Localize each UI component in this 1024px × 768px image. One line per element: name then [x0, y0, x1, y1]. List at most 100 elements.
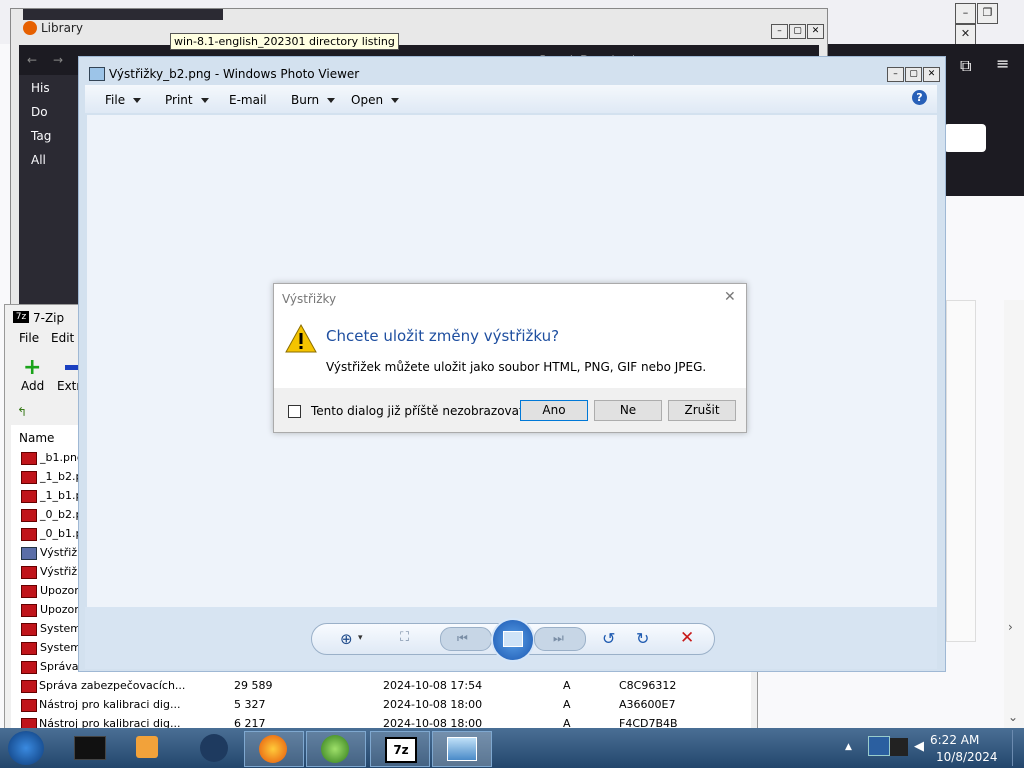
slideshow-icon [503, 631, 523, 647]
firefox-icon [23, 21, 37, 35]
image-file-icon [21, 451, 37, 465]
table-row[interactable]: Správa zabezpečovacích... 29 589 2024-10-0… [21, 679, 741, 697]
warning-icon [285, 323, 317, 353]
help-icon[interactable]: ? [912, 90, 927, 105]
maximize-button[interactable]: ▢ [905, 67, 922, 82]
close-button[interactable]: ✕ [923, 67, 940, 82]
photo-viewer-title: Výstřižky_b2.png - Windows Photo Viewer [109, 67, 360, 81]
scroll-down-icon[interactable]: ⌄ [1008, 710, 1018, 724]
firefox-icon [259, 735, 287, 763]
slideshow-button[interactable] [491, 618, 535, 662]
photo-viewer-window-controls: – ▢ ✕ [887, 65, 941, 82]
image-file-icon [21, 508, 37, 522]
clock-time[interactable]: 6:22 AM [930, 733, 979, 747]
explorer-icon [74, 736, 106, 760]
cancel-button[interactable]: Zrušit [668, 400, 736, 421]
speaker-icon[interactable]: ◀ [914, 739, 924, 754]
dialog-heading: Chcete uložit změny výstřižku? [326, 327, 560, 345]
clock-date[interactable]: 10/8/2024 [936, 750, 998, 764]
firefox-scrollbar[interactable]: › ⌄ [1004, 300, 1024, 728]
tooltip: win-8.1-english_202301 directory listing [170, 33, 399, 50]
close-button[interactable]: ✕ [807, 24, 824, 39]
sevenzip-title: 7-Zip [33, 311, 65, 325]
image-file-icon [21, 698, 37, 712]
library-window-controls: – ▢ ✕ [771, 22, 825, 39]
firefox-address-field[interactable] [944, 124, 986, 152]
list-item[interactable]: _b1.png [21, 451, 84, 469]
image-file-icon [21, 622, 37, 636]
show-desktop-button[interactable] [1012, 730, 1023, 766]
next-button[interactable]: ⏭ [534, 627, 586, 651]
list-item[interactable]: Upozorn [21, 584, 86, 602]
extensions-icon[interactable]: ⧉ [960, 56, 971, 76]
zoom-icon[interactable]: ⊕ [340, 630, 353, 648]
dont-show-again-label[interactable]: Tento dialog již příště nezobrazovat [311, 404, 524, 418]
next-icon: ⏭ [553, 631, 564, 645]
close-icon[interactable]: ✕ [724, 289, 736, 305]
delete-icon[interactable]: ✕ [680, 628, 694, 648]
file-name: Správa zabezpečovacích... [39, 679, 186, 692]
minimize-button[interactable]: – [771, 24, 788, 39]
taskbar-photo-viewer[interactable] [432, 731, 492, 767]
maximize-button[interactable]: ❐ [977, 3, 998, 24]
sidebar-item-history[interactable]: His [31, 81, 50, 95]
file-size: 5 327 [234, 698, 266, 711]
actual-size-icon[interactable]: ⛶ [400, 630, 409, 645]
add-icon[interactable]: + [23, 355, 41, 380]
dont-show-again-checkbox[interactable] [288, 405, 301, 418]
sidebar-item-all-bookmarks[interactable]: All [31, 153, 46, 167]
column-name[interactable]: Name [19, 431, 54, 445]
image-file-icon [21, 660, 37, 674]
menu-icon[interactable]: ≡ [996, 54, 1009, 73]
close-button[interactable]: ✕ [955, 24, 976, 45]
list-item[interactable]: Upozorn [21, 603, 86, 621]
network-icon[interactable] [868, 736, 890, 756]
playback-controls: ⊕ ▾ ⛶ ⏮ ⏭ ↺ ↻ ✕ [311, 618, 715, 662]
file-modified: 2024-10-08 18:00 [383, 698, 483, 711]
taskbar-7zip[interactable]: 7z [370, 731, 430, 767]
minimize-button[interactable]: – [955, 3, 976, 24]
add-button-label[interactable]: Add [21, 379, 44, 393]
no-button[interactable]: Ne [594, 400, 662, 421]
file-size: 29 589 [234, 679, 273, 692]
taskbar-firefox[interactable] [244, 731, 304, 767]
save-changes-dialog: Výstřižky ✕ Chcete uložit změny výstřižk… [273, 283, 747, 433]
menu-file[interactable]: File [19, 331, 39, 345]
maximize-button[interactable]: ▢ [789, 24, 806, 39]
menu-email[interactable]: E-mail [229, 93, 267, 107]
menu-open[interactable]: Open [351, 93, 400, 107]
library-title: Library [41, 21, 83, 35]
photo-viewer-icon [89, 67, 105, 81]
scroll-right-icon[interactable]: › [1008, 620, 1013, 634]
start-button[interactable] [8, 731, 44, 765]
rotate-clockwise-icon[interactable]: ↻ [636, 629, 649, 648]
taskbar-explorer[interactable] [60, 731, 118, 765]
menu-file[interactable]: File [105, 93, 142, 107]
image-file-icon [21, 584, 37, 598]
table-row[interactable]: Nástroj pro kalibraci dig... 5 327 2024-10… [21, 698, 741, 716]
minimize-button[interactable]: – [887, 67, 904, 82]
taskbar-firefox-dark[interactable] [184, 731, 242, 765]
back-icon[interactable]: ← [27, 53, 37, 67]
menu-print[interactable]: Print [165, 93, 209, 107]
folder-up-icon[interactable]: ↰ [17, 405, 27, 419]
rotate-counterclockwise-icon[interactable]: ↺ [602, 629, 615, 648]
sidebar-item-tags[interactable]: Tag [31, 129, 51, 143]
yes-button[interactable]: Ano [520, 400, 588, 421]
tray-app-icon[interactable] [890, 738, 908, 756]
file-modified: 2024-10-08 17:54 [383, 679, 483, 692]
menu-edit[interactable]: Edit [51, 331, 74, 345]
media-player-icon [136, 736, 158, 758]
menu-burn[interactable]: Burn [291, 93, 336, 107]
forward-icon[interactable]: → [53, 53, 63, 67]
extract-icon[interactable] [65, 365, 79, 370]
firefox-dark-icon [200, 734, 228, 762]
sidebar-item-downloads[interactable]: Do [31, 105, 48, 119]
taskbar-download-manager[interactable] [306, 731, 366, 767]
download-manager-icon [321, 735, 349, 763]
show-hidden-icons-icon[interactable]: ▲ [845, 742, 852, 752]
taskbar-media-player[interactable] [120, 731, 178, 765]
previous-button[interactable]: ⏮ [440, 627, 492, 651]
zoom-dropdown-icon[interactable]: ▾ [358, 633, 363, 643]
photo-viewer-menubar [85, 85, 937, 113]
